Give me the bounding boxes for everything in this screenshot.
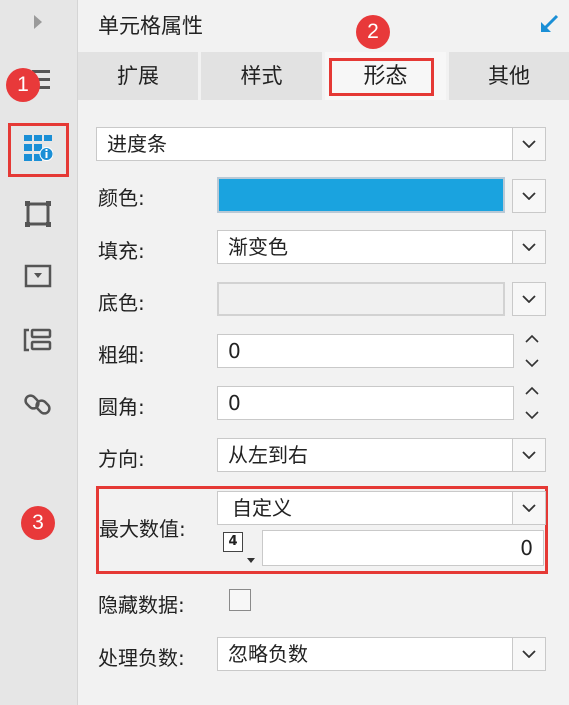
- tab-bar: 扩展 样式 形态 其他: [78, 52, 569, 102]
- negative-handling-label: 处理负数:: [98, 646, 185, 670]
- direction-value: 从左到右: [228, 443, 308, 467]
- thickness-value: 0: [228, 339, 241, 363]
- chevron-down-icon: [522, 650, 536, 658]
- thickness-stepper[interactable]: [518, 334, 546, 368]
- tab-label: 扩展: [117, 64, 159, 88]
- data-column-icon[interactable]: [20, 322, 56, 358]
- annotation-badge-1: 1: [6, 68, 40, 102]
- direction-select[interactable]: 从左到右: [217, 438, 514, 472]
- direction-dropdown[interactable]: [512, 438, 546, 472]
- background-color-dropdown[interactable]: [512, 282, 546, 316]
- chevron-down-icon: [522, 295, 536, 303]
- max-value-mode-value: 自定义: [232, 496, 292, 520]
- max-value-mode-dropdown[interactable]: [512, 491, 546, 525]
- background-color-picker[interactable]: [217, 282, 505, 316]
- background-color-label: 底色:: [98, 291, 145, 315]
- cell-attributes-highlight: [8, 123, 69, 177]
- color-label: 颜色:: [98, 186, 145, 210]
- negative-handling-select[interactable]: 忽略负数: [217, 637, 514, 671]
- number-format-button[interactable]: 4: [223, 530, 257, 566]
- tab-label: 样式: [240, 64, 283, 88]
- tab-style[interactable]: 样式: [201, 52, 322, 100]
- radius-input[interactable]: 0: [217, 386, 514, 420]
- cell-attributes-panel: 单元格属性 2 扩展 样式 形态 其他 进度条 颜色: 填充: 渐变色 底色: …: [21, 0, 569, 705]
- hide-data-checkbox[interactable]: [229, 589, 251, 611]
- max-value-mode-select[interactable]: 自定义: [217, 491, 514, 525]
- max-value-input[interactable]: 0: [262, 530, 544, 566]
- fill-value: 渐变色: [228, 235, 288, 259]
- chevron-down-icon: [522, 243, 536, 251]
- chevron-up-icon[interactable]: [524, 334, 540, 344]
- number-format-icon: 4: [223, 532, 243, 552]
- caret-down-icon: [247, 558, 255, 563]
- chevron-down-icon[interactable]: [524, 410, 540, 420]
- hyperlink-icon[interactable]: [20, 386, 56, 422]
- tab-label: 其他: [488, 64, 530, 88]
- thickness-label: 粗细:: [98, 343, 145, 367]
- display-type-value: 进度条: [107, 132, 167, 156]
- annotation-badge-3: 3: [21, 506, 55, 540]
- fill-label: 填充:: [98, 239, 145, 263]
- color-picker[interactable]: [217, 177, 505, 213]
- panel-title: 单元格属性: [98, 14, 203, 38]
- chevron-down-icon: [522, 451, 536, 459]
- radius-value: 0: [228, 391, 241, 415]
- radius-stepper[interactable]: [518, 386, 546, 420]
- border-icon[interactable]: [20, 196, 56, 232]
- direction-label: 方向:: [98, 447, 145, 471]
- max-value-label: 最大数值:: [99, 517, 186, 541]
- chevron-down-icon: [522, 140, 536, 148]
- annotation-badge-2: 2: [356, 15, 390, 49]
- display-type-select[interactable]: 进度条: [96, 127, 514, 161]
- chevron-down-icon[interactable]: [524, 358, 540, 368]
- form-tab-highlight: [329, 58, 434, 96]
- tab-other[interactable]: 其他: [449, 52, 569, 100]
- negative-handling-dropdown[interactable]: [512, 637, 546, 671]
- fill-select[interactable]: 渐变色: [217, 230, 514, 264]
- hide-data-label: 隐藏数据:: [98, 593, 185, 617]
- max-value-number: 0: [520, 536, 533, 560]
- widget-icon[interactable]: [20, 258, 56, 294]
- chevron-down-icon: [522, 504, 536, 512]
- color-dropdown[interactable]: [512, 179, 546, 213]
- radius-label: 圆角:: [98, 395, 145, 419]
- negative-handling-value: 忽略负数: [228, 642, 308, 666]
- tab-expand[interactable]: 扩展: [78, 52, 198, 100]
- chevron-down-icon: [522, 192, 536, 200]
- thickness-input[interactable]: 0: [217, 334, 514, 368]
- pin-arrow-icon[interactable]: [537, 12, 561, 36]
- display-type-dropdown[interactable]: [512, 127, 546, 161]
- fill-dropdown[interactable]: [512, 230, 546, 264]
- chevron-up-icon[interactable]: [524, 386, 540, 396]
- expand-arrow-icon[interactable]: [20, 4, 56, 40]
- sidebar: 1: [0, 0, 78, 705]
